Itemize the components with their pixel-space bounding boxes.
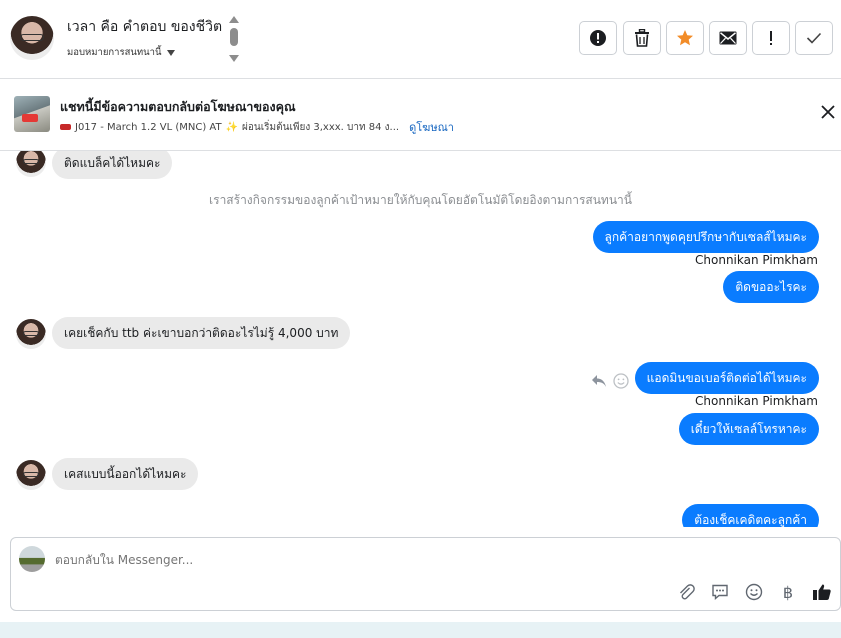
ad-banner-title: แชทนี้มีข้อความตอบกลับต่อโฆษณาของคุณ [60, 99, 296, 114]
checkmark-icon [806, 32, 822, 44]
contact-name[interactable]: เวลา คือ คำตอบ ของชีวิต [67, 16, 222, 38]
close-icon[interactable] [820, 104, 836, 120]
exclamation-icon [770, 31, 772, 45]
ad-banner-subtitle: J017 - March 1.2 VL (MNC) AT ✨ ผ่อนเริ่ม… [60, 118, 454, 136]
bottom-strip [0, 622, 841, 638]
contact-avatar [16, 151, 46, 177]
outgoing-message[interactable]: เดี๋ยวให้เซลล์โทรหาคะ [678, 413, 819, 445]
contact-avatar[interactable] [10, 16, 54, 60]
ad-name: J017 - March 1.2 VL (MNC) AT [75, 121, 222, 133]
attachment-icon[interactable] [676, 582, 696, 602]
mark-done-button[interactable] [795, 21, 833, 55]
incoming-message[interactable]: ติดแบล็คได้ไหมคะ [52, 151, 173, 179]
ad-reply-banner: แชทนี้มีข้อความตอบกลับต่อโฆษณาของคุณ J01… [0, 80, 841, 151]
outgoing-message[interactable]: ลูกค้าอยากพูดคุยปรึกษากับเซลส์ไหมคะ [592, 221, 819, 253]
outgoing-message[interactable]: ต้องเช็คเคดิตคะลูกค้า [682, 504, 819, 527]
emoji-reaction-icon[interactable] [613, 373, 629, 389]
envelope-icon [719, 31, 737, 45]
trash-icon [635, 29, 649, 47]
incoming-message[interactable]: เคสแบบนี้ออกได้ไหมคะ [52, 458, 199, 490]
mark-spam-button[interactable] [579, 21, 617, 55]
reply-input[interactable] [55, 553, 655, 567]
view-ad-link[interactable]: ดูโฆษณา [409, 118, 454, 136]
system-notice: เราสร้างกิจกรรมของลูกค้าเป้าหมายให้กับคุ… [209, 193, 632, 207]
delete-button[interactable] [623, 21, 661, 55]
outgoing-message[interactable]: ติดขออะไรคะ [723, 271, 819, 303]
composer-toolbar: ฿ [676, 582, 832, 602]
assign-label: มอบหมายการสนทนานี้ [67, 47, 162, 58]
assign-conversation-dropdown[interactable]: มอบหมายการสนทนานี้ [67, 45, 175, 60]
conversation-header: เวลา คือ คำตอบ ของชีวิต มอบหมายการสนทนาน… [0, 0, 841, 79]
outgoing-message[interactable]: แอดมินขอเบอร์ติดต่อได้ไหมคะ [634, 362, 819, 394]
incoming-message[interactable]: เคยเช็คกับ ttb ค่ะเขาบอกว่าติดอะไรไม่รู้… [52, 317, 351, 349]
sender-name: Chonnikan Pimkham [695, 253, 818, 267]
message-actions [591, 373, 629, 389]
car-icon [60, 124, 71, 130]
scroll-down-arrow-icon[interactable] [229, 55, 239, 62]
mark-unread-button[interactable] [709, 21, 747, 55]
payment-icon[interactable]: ฿ [778, 582, 798, 602]
contact-avatar [16, 460, 46, 490]
message-thread[interactable]: ติดแบล็คได้ไหมคะ เราสร้างกิจกรรมของลูกค้… [0, 151, 841, 527]
star-button[interactable] [666, 21, 704, 55]
sender-name: Chonnikan Pimkham [695, 394, 818, 408]
star-icon [677, 30, 693, 46]
reply-icon[interactable] [591, 374, 607, 388]
chevron-down-icon [166, 49, 175, 56]
header-scrollbar[interactable] [229, 16, 239, 62]
emoji-icon[interactable] [744, 582, 764, 602]
alert-circle-icon [590, 30, 606, 46]
sparkle-icon: ✨ [225, 121, 239, 133]
follow-up-button[interactable] [752, 21, 790, 55]
ad-description: ผ่อนเริ่มต้นเพียง 3,xxx. บาท 84 ง... [242, 121, 400, 133]
scroll-up-arrow-icon[interactable] [229, 16, 239, 23]
like-icon[interactable] [812, 582, 832, 602]
scroll-thumb[interactable] [230, 28, 238, 46]
reply-composer: ฿ [10, 537, 841, 611]
ad-thumbnail[interactable] [14, 96, 50, 132]
contact-avatar [16, 319, 46, 349]
saved-replies-icon[interactable] [710, 582, 730, 602]
page-avatar [19, 546, 45, 572]
